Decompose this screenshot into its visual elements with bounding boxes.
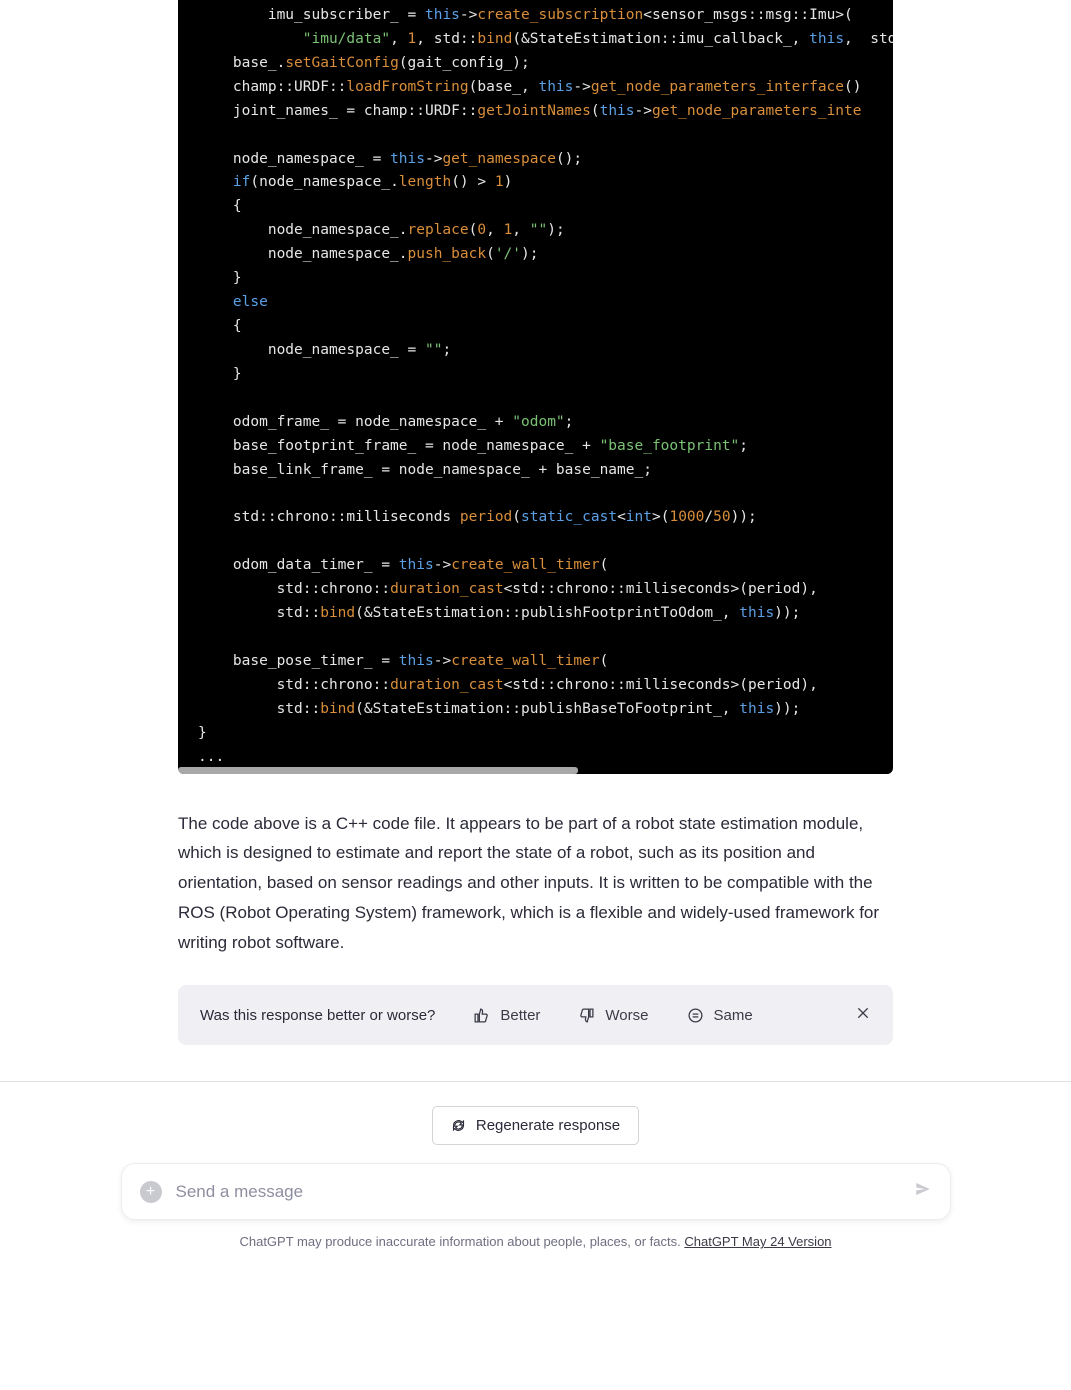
regenerate-button[interactable]: Regenerate response (432, 1106, 639, 1145)
feedback-close-button[interactable] (855, 1005, 871, 1025)
send-icon (914, 1180, 932, 1198)
message-input[interactable] (176, 1182, 900, 1202)
explanation-text: The code above is a C++ code file. It ap… (178, 809, 893, 958)
close-icon (855, 1005, 871, 1021)
refresh-icon (451, 1118, 466, 1133)
footer-note: ChatGPT may produce inaccurate informati… (239, 1234, 831, 1249)
footer-text: ChatGPT may produce inaccurate informati… (239, 1234, 684, 1249)
feedback-bar: Was this response better or worse? Bette… (178, 985, 893, 1045)
feedback-question: Was this response better or worse? (200, 1007, 435, 1024)
horizontal-scrollbar[interactable] (178, 767, 578, 774)
thumbs-down-icon (578, 1007, 595, 1024)
thumbs-up-icon (473, 1007, 490, 1024)
plus-icon: + (146, 1183, 155, 1201)
feedback-better-label: Better (500, 1007, 540, 1024)
code-block[interactable]: imu_subscriber_ = this->create_subscript… (178, 0, 893, 774)
message-input-row: + (121, 1163, 951, 1220)
feedback-worse-button[interactable]: Worse (578, 1007, 648, 1024)
attach-button[interactable]: + (140, 1181, 162, 1203)
feedback-worse-label: Worse (605, 1007, 648, 1024)
regenerate-label: Regenerate response (476, 1117, 620, 1134)
feedback-better-button[interactable]: Better (473, 1007, 540, 1024)
footer-version-link[interactable]: ChatGPT May 24 Version (684, 1234, 831, 1249)
feedback-same-label: Same (714, 1007, 753, 1024)
feedback-same-button[interactable]: Same (687, 1007, 753, 1024)
bottom-area: Regenerate response + ChatGPT may produc… (0, 1081, 1071, 1267)
equals-icon (687, 1007, 704, 1024)
send-button[interactable] (914, 1180, 932, 1203)
